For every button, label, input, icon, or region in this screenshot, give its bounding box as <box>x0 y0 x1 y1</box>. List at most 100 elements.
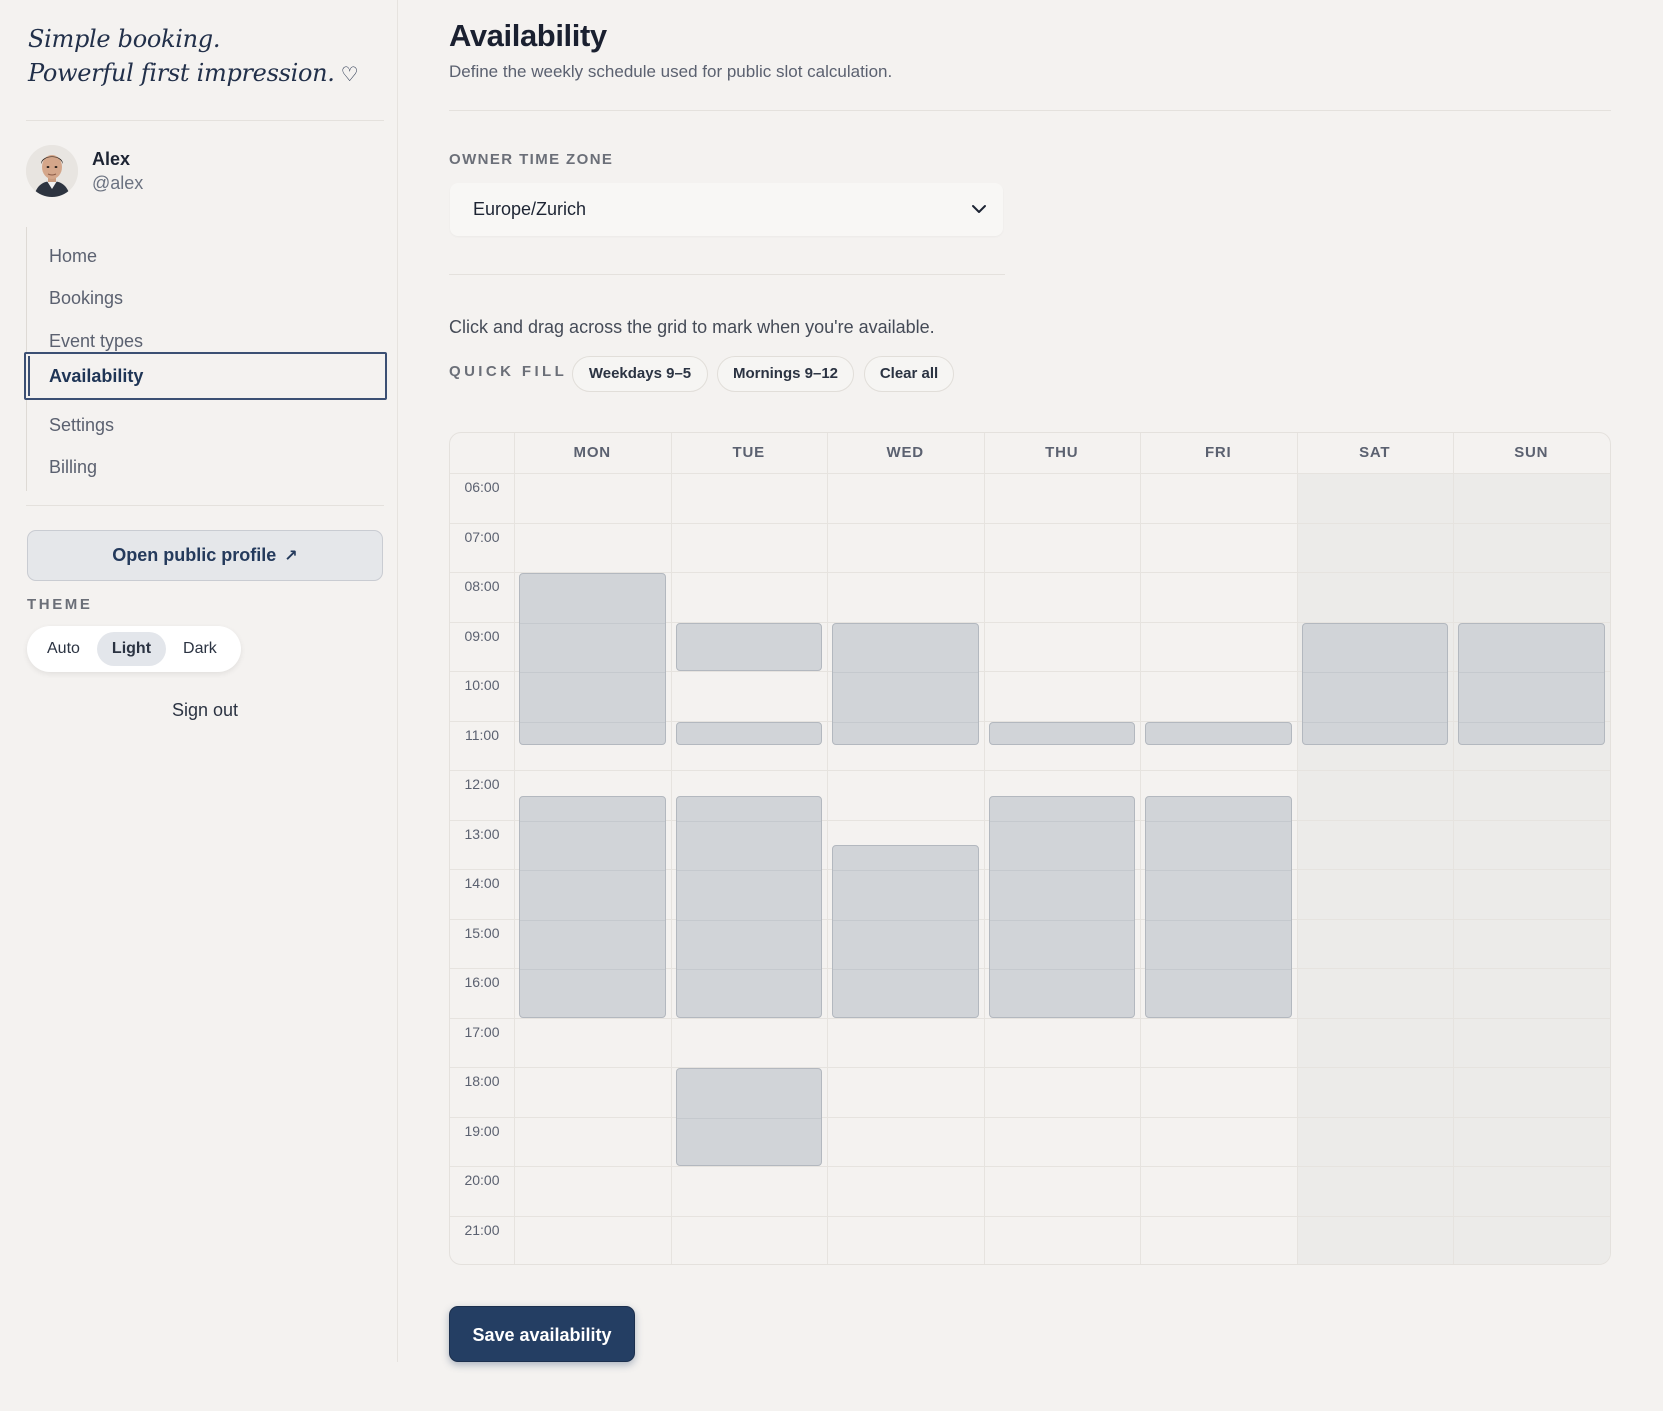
grid-cell[interactable] <box>985 1167 1141 1216</box>
clear-all-button[interactable]: Clear all <box>864 356 954 392</box>
availability-block[interactable] <box>832 845 979 1018</box>
availability-block[interactable] <box>988 795 1135 1018</box>
grid-cell[interactable] <box>1298 920 1454 969</box>
availability-grid[interactable]: MON TUE WED THU FRI SAT SUN 06:00 07:00 08:00 09:0… <box>449 432 1611 1265</box>
grid-cell[interactable] <box>985 1068 1141 1117</box>
grid-cell[interactable] <box>1454 969 1610 1018</box>
grid-cell[interactable] <box>1298 474 1454 523</box>
availability-block[interactable] <box>675 622 822 671</box>
grid-cell[interactable] <box>1298 771 1454 820</box>
grid-cell[interactable] <box>1298 1217 1454 1265</box>
grid-cell[interactable] <box>1141 623 1297 672</box>
grid-cell[interactable] <box>985 573 1141 622</box>
availability-block[interactable] <box>988 721 1135 746</box>
availability-block[interactable] <box>675 721 822 746</box>
theme-option-light[interactable]: Light <box>96 632 167 666</box>
availability-block[interactable] <box>1458 622 1605 746</box>
grid-cell[interactable] <box>515 1118 671 1167</box>
grid-cell[interactable] <box>1141 672 1297 721</box>
open-public-profile-button[interactable]: Open public profile ↗ <box>27 530 383 581</box>
grid-cell[interactable] <box>985 623 1141 672</box>
grid-cell[interactable] <box>1298 821 1454 870</box>
grid-cell[interactable] <box>515 1068 671 1117</box>
grid-cell[interactable] <box>1298 1068 1454 1117</box>
theme-option-dark[interactable]: Dark <box>168 632 232 666</box>
grid-cell[interactable] <box>515 474 671 523</box>
grid-cell[interactable] <box>672 1217 828 1265</box>
grid-cell[interactable] <box>1141 1217 1297 1265</box>
availability-block[interactable] <box>1145 721 1292 746</box>
sidebar-item-availability[interactable]: Availability <box>24 352 387 400</box>
sidebar-item-settings[interactable]: Settings <box>27 401 387 449</box>
grid-cell[interactable] <box>515 1167 671 1216</box>
timezone-select[interactable]: Europe/Zurich <box>450 183 1003 236</box>
grid-cell[interactable] <box>1298 1019 1454 1068</box>
grid-cell[interactable] <box>672 474 828 523</box>
sidebar-item-bookings[interactable]: Bookings <box>27 274 387 322</box>
grid-cell[interactable] <box>1298 969 1454 1018</box>
theme-option-auto[interactable]: Auto <box>32 632 95 666</box>
quick-fill-mornings-button[interactable]: Mornings 9–12 <box>717 356 854 392</box>
sidebar-item-billing[interactable]: Billing <box>27 443 387 491</box>
availability-block[interactable] <box>1145 795 1292 1018</box>
grid-cell[interactable] <box>1454 573 1610 622</box>
grid-cell[interactable] <box>515 1019 671 1068</box>
grid-cell[interactable] <box>1141 524 1297 573</box>
grid-cell[interactable] <box>672 573 828 622</box>
grid-cell[interactable] <box>1298 870 1454 919</box>
grid-cell[interactable] <box>672 672 828 721</box>
grid-cell[interactable] <box>1141 474 1297 523</box>
grid-cell[interactable] <box>1141 1068 1297 1117</box>
grid-cell[interactable] <box>985 1217 1141 1265</box>
grid-cell[interactable] <box>1298 1118 1454 1167</box>
grid-cell[interactable] <box>1141 1118 1297 1167</box>
grid-cell[interactable] <box>1454 1217 1610 1265</box>
sidebar-item-home[interactable]: Home <box>27 232 387 280</box>
grid-cell[interactable] <box>672 1019 828 1068</box>
grid-cell[interactable] <box>1454 1019 1610 1068</box>
block-hour-line <box>989 820 1134 822</box>
grid-cell[interactable] <box>1454 474 1610 523</box>
availability-block[interactable] <box>1301 622 1448 746</box>
grid-cell[interactable] <box>515 1217 671 1265</box>
grid-cell[interactable] <box>1454 771 1610 820</box>
grid-cell[interactable] <box>1454 1118 1610 1167</box>
grid-cell[interactable] <box>828 1118 984 1167</box>
grid-cell[interactable] <box>1141 573 1297 622</box>
grid-cell[interactable] <box>828 1217 984 1265</box>
grid-cell[interactable] <box>828 1167 984 1216</box>
grid-cell[interactable] <box>828 771 984 820</box>
grid-cell[interactable] <box>1298 1167 1454 1216</box>
save-availability-button[interactable]: Save availability <box>449 1306 635 1362</box>
grid-cell[interactable] <box>828 1019 984 1068</box>
grid-cell[interactable] <box>1454 1167 1610 1216</box>
grid-cell[interactable] <box>1454 920 1610 969</box>
availability-block[interactable] <box>675 795 822 1018</box>
grid-cell[interactable] <box>1454 1068 1610 1117</box>
grid-cell[interactable] <box>515 524 671 573</box>
grid-cell[interactable] <box>1454 524 1610 573</box>
quick-fill-weekdays-button[interactable]: Weekdays 9–5 <box>572 356 708 392</box>
availability-block[interactable] <box>832 622 979 746</box>
grid-cell[interactable] <box>985 672 1141 721</box>
grid-cell[interactable] <box>672 1167 828 1216</box>
grid-cell[interactable] <box>672 524 828 573</box>
sign-out-link[interactable]: Sign out <box>0 697 410 723</box>
grid-cell[interactable] <box>828 573 984 622</box>
grid-cell[interactable] <box>1454 870 1610 919</box>
grid-cell[interactable] <box>985 1118 1141 1167</box>
availability-block[interactable] <box>519 795 666 1018</box>
grid-cell[interactable] <box>985 474 1141 523</box>
grid-cell[interactable] <box>828 474 984 523</box>
grid-cell[interactable] <box>1141 1019 1297 1068</box>
grid-cell[interactable] <box>985 1019 1141 1068</box>
grid-cell[interactable] <box>1454 821 1610 870</box>
grid-cell[interactable] <box>985 524 1141 573</box>
grid-cell[interactable] <box>1141 1167 1297 1216</box>
availability-block[interactable] <box>519 573 666 746</box>
grid-cell[interactable] <box>828 1068 984 1117</box>
availability-block[interactable] <box>675 1068 822 1166</box>
grid-cell[interactable] <box>828 524 984 573</box>
grid-cell[interactable] <box>1298 573 1454 622</box>
grid-cell[interactable] <box>1298 524 1454 573</box>
